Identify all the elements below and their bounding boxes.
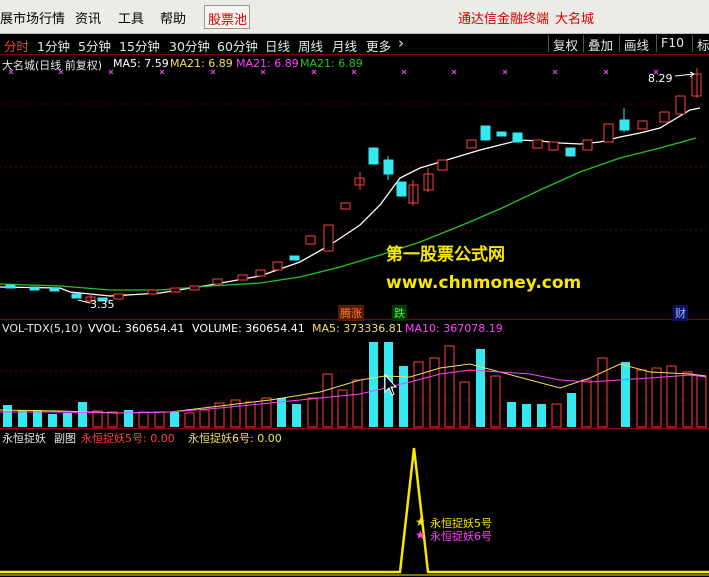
high-price-label: 8.29 bbox=[648, 72, 673, 85]
sub-indicator-name: 永恒捉妖 bbox=[2, 432, 46, 445]
ma5-value: MA5: 7.59 bbox=[113, 57, 169, 70]
ma-long-line bbox=[0, 137, 697, 291]
ma21-value-3: MA21: 6.89 bbox=[300, 57, 363, 70]
watermark-url: www.chnmoney.com bbox=[386, 273, 582, 293]
volume-value: VOLUME: 360654.41 bbox=[192, 322, 305, 335]
low-price-label: 3.35 bbox=[90, 298, 115, 311]
star-icon: ★ bbox=[415, 528, 426, 542]
flag-down-badge[interactable]: 跌 bbox=[392, 305, 407, 321]
vol-ma5-value: MA5: 373336.81 bbox=[312, 322, 403, 335]
volume-bars bbox=[3, 342, 707, 428]
watermark-title: 第一股票公式网 bbox=[386, 245, 505, 265]
flag-finance-badge[interactable]: 财 bbox=[673, 305, 688, 321]
volume-indicator-name: VOL-TDX(5,10) bbox=[2, 322, 83, 335]
flag-up-badge[interactable]: 腾涨 bbox=[338, 305, 364, 321]
ma5-line bbox=[0, 107, 701, 297]
signal-6-label: 永恒捉妖6号 bbox=[430, 530, 492, 543]
star-icon: ★ bbox=[415, 515, 426, 529]
sub-value-6: 永恒捉妖6号: 0.00 bbox=[188, 432, 282, 445]
signal-markers bbox=[8, 69, 659, 75]
signal-line bbox=[0, 447, 709, 574]
sub-value-5: 永恒捉妖5号: 0.00 bbox=[81, 432, 175, 445]
stock-chart-canvas bbox=[0, 68, 709, 576]
ma21-value-2: MA21: 6.89 bbox=[236, 57, 299, 70]
vol-ma10-value: MA10: 367078.19 bbox=[405, 322, 503, 335]
sub-indicator-subtitle: 副图 bbox=[54, 432, 76, 445]
chart-title: 大名城(日线 前复权) bbox=[2, 59, 103, 72]
ma21-value-1: MA21: 6.89 bbox=[170, 57, 233, 70]
chart-gridlines bbox=[0, 103, 709, 401]
vvol-value: VVOL: 360654.41 bbox=[88, 322, 185, 335]
